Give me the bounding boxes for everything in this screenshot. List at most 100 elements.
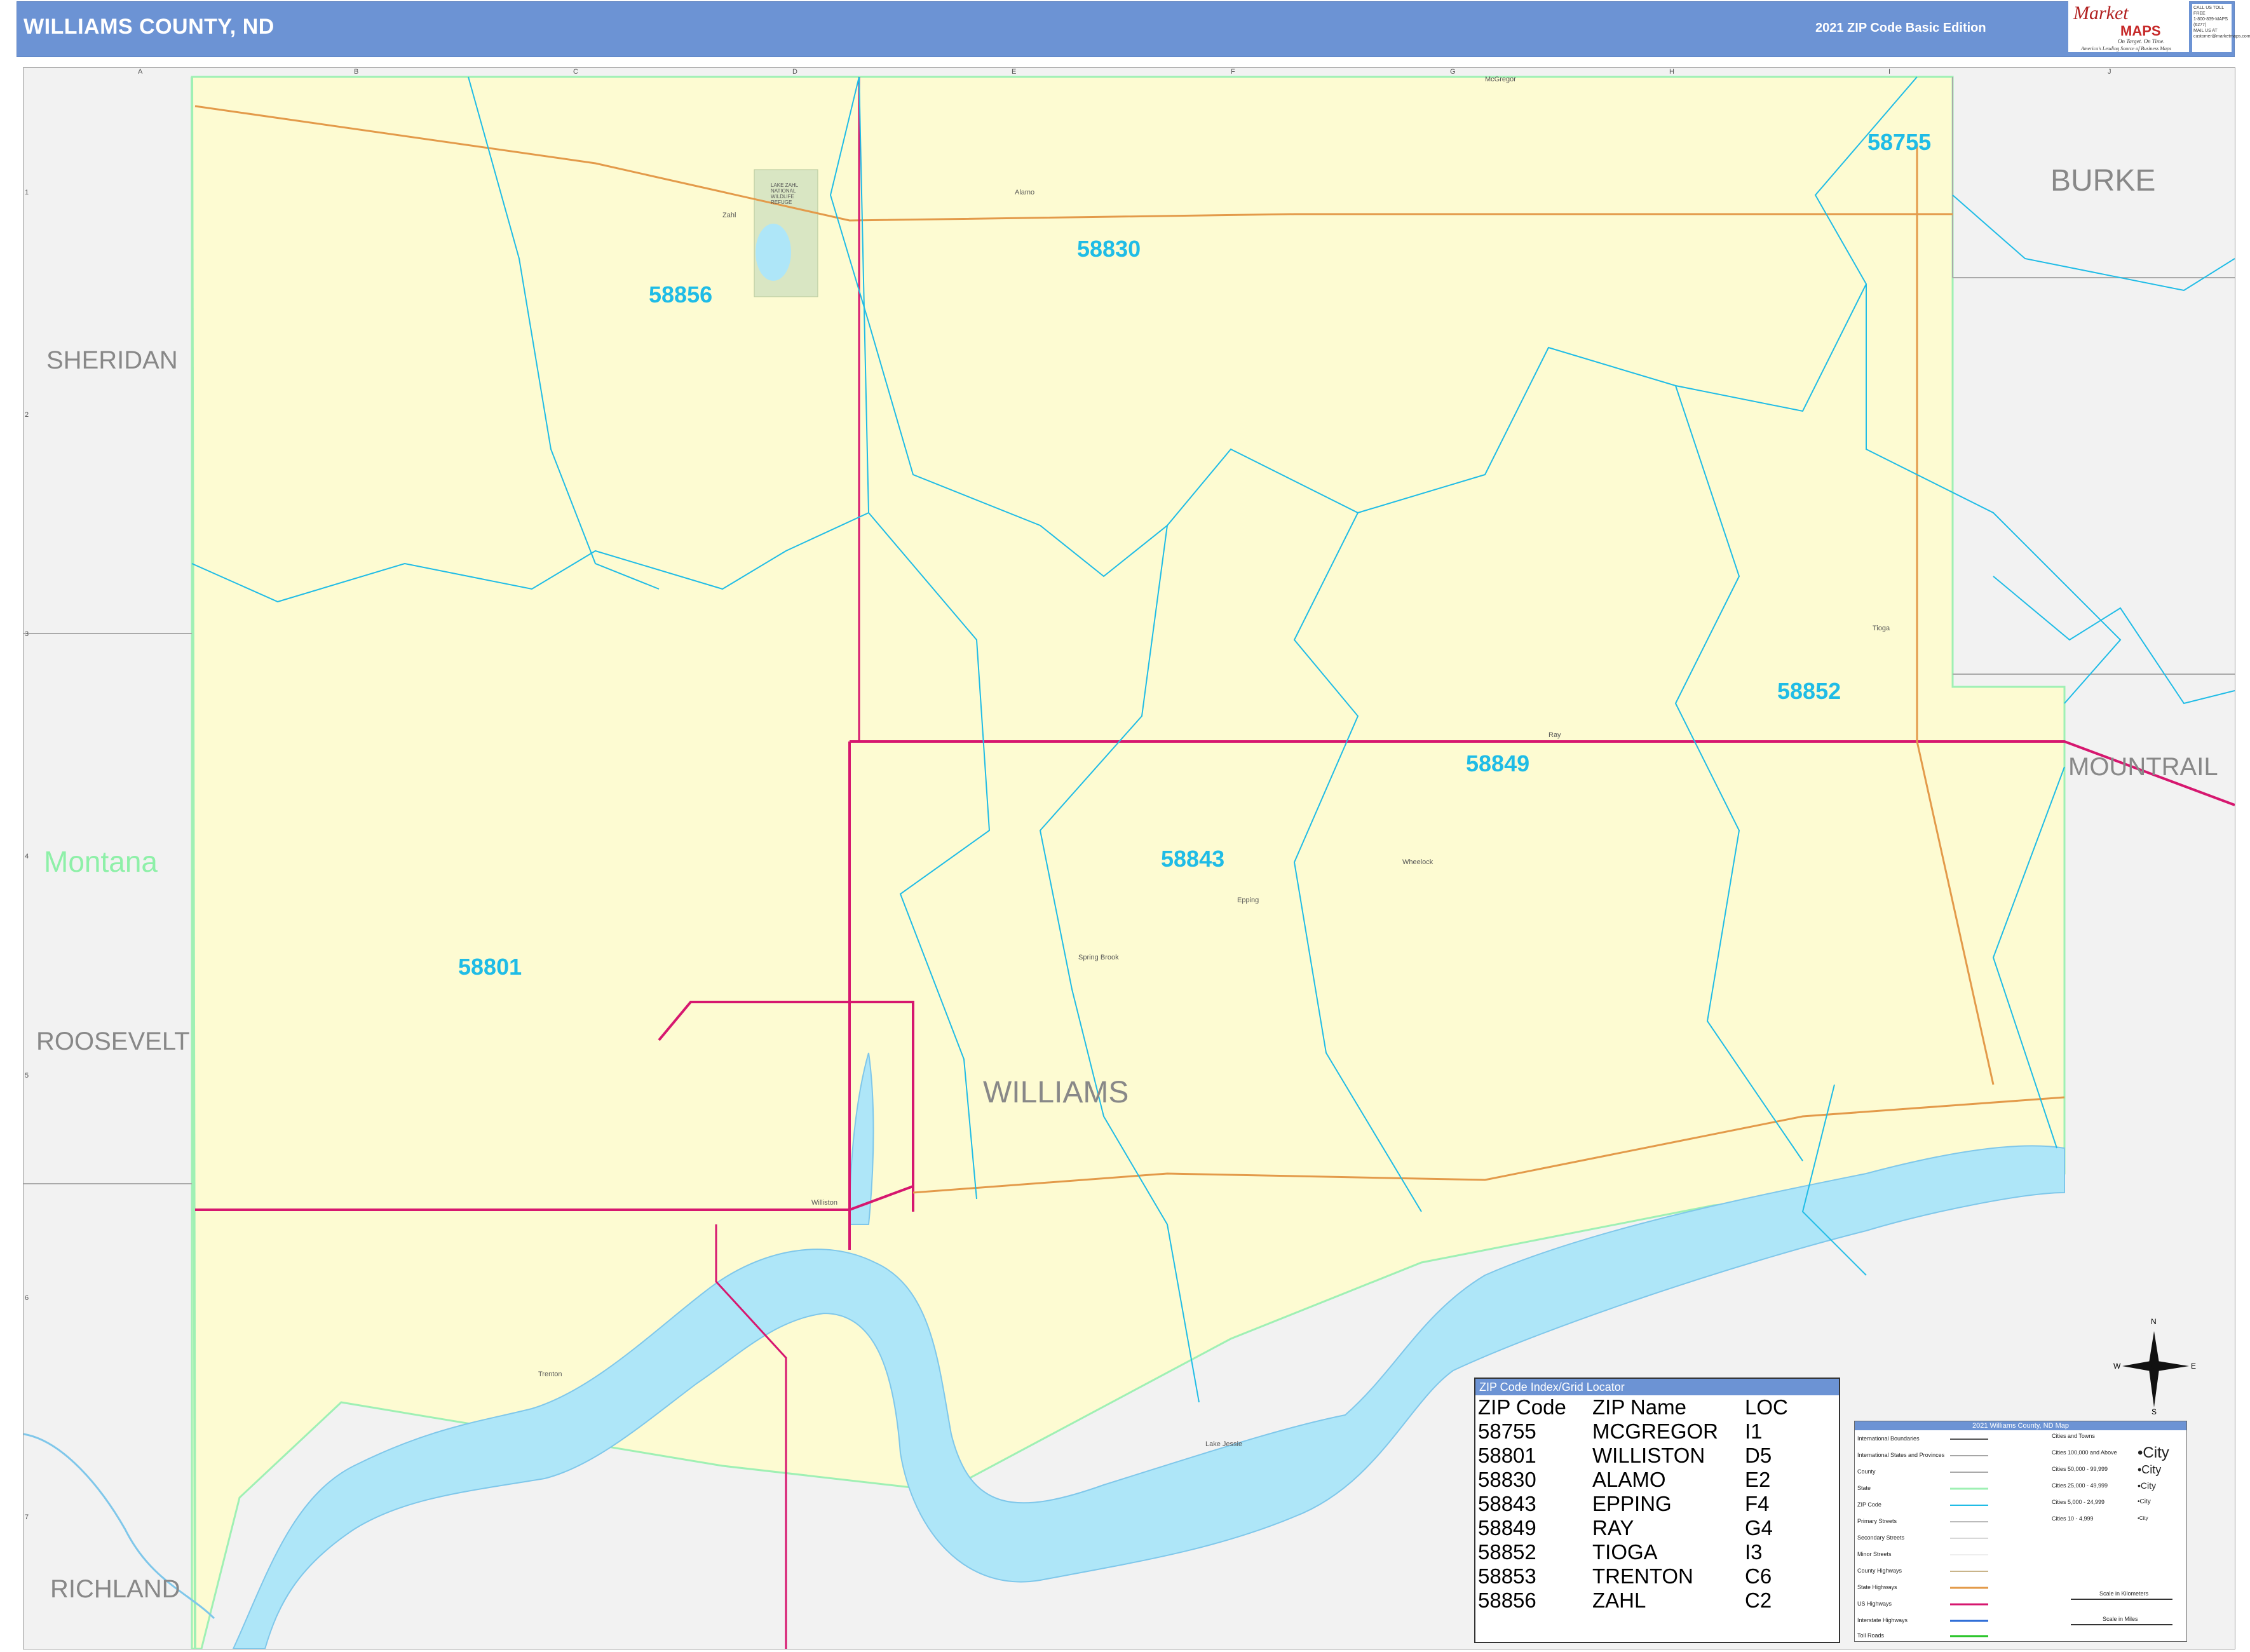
loc-cell: I3 — [1745, 1540, 1763, 1564]
grid-col-label: D — [792, 68, 797, 76]
grid-row-label: 1 — [25, 189, 29, 196]
name-cell: WILLISTON — [1592, 1444, 1705, 1467]
loc-cell: I1 — [1745, 1419, 1763, 1443]
place-label: LAKE ZAHL NATIONAL WILDLIFE REFUGE — [771, 182, 798, 205]
grid-row-label: 2 — [25, 411, 29, 419]
name-cell: ALAMO — [1592, 1468, 1666, 1491]
legend-city-range: Cities 50,000 - 99,999 — [2052, 1466, 2108, 1472]
map-canvas[interactable]: A B C D E F G H I J 1 2 3 4 5 6 7 SHERID… — [23, 67, 2235, 1649]
legend-cities-title: Cities and Towns — [2052, 1433, 2095, 1439]
county-label-williams: WILLIAMS — [983, 1076, 1129, 1109]
legend-city-sample: •City — [2138, 1463, 2162, 1476]
table-header-row: ZIP Code ZIP Name LOC — [1478, 1395, 1788, 1419]
contact-line: customer@marketmaps.com — [2193, 34, 2250, 39]
table-row: 58755 MCGREGOR I1 — [1478, 1419, 1788, 1444]
contact-line: 1-800-839-MAPS (6277) — [2193, 17, 2228, 27]
zip-index-table: ZIP Code Index/Grid Locator ZIP Code ZIP… — [1474, 1378, 1840, 1643]
grid-col-label: A — [138, 68, 143, 76]
grid-col-label: E — [1012, 68, 1017, 76]
compass-e: E — [2191, 1362, 2197, 1371]
zip-cell: 58830 — [1478, 1468, 1536, 1491]
zip-cell: 58755 — [1478, 1419, 1536, 1443]
legend-city-sample: •City — [2138, 1498, 2151, 1505]
table-row: 58856 ZAHL C2 — [1478, 1588, 1788, 1613]
place-label: Wheelock — [1402, 858, 1433, 866]
grid-row-label: 5 — [25, 1072, 29, 1080]
contact-line: MAIL US AT — [2193, 29, 2218, 33]
county-label-richland: RICHLAND — [50, 1575, 180, 1603]
map-drawing — [24, 76, 2235, 1649]
table-row: 58849 RAY G4 — [1478, 1516, 1788, 1540]
place-label: Lake Jessie — [1205, 1440, 1243, 1448]
place-label: McGregor — [1485, 76, 1516, 83]
grid-col-label: G — [1450, 68, 1456, 76]
name-cell: MCGREGOR — [1592, 1419, 1718, 1443]
zip-cell: 58856 — [1478, 1588, 1536, 1612]
grid-col-label: I — [1888, 68, 1891, 76]
place-label: Epping — [1237, 897, 1259, 904]
zip-label: 58801 — [458, 954, 522, 980]
scale-mi-label: Scale in Miles — [2103, 1616, 2138, 1622]
lake-zahl — [756, 224, 791, 281]
zip-label: 58843 — [1161, 846, 1225, 872]
zip-cell: 58849 — [1478, 1516, 1536, 1540]
legend-city-sample: •City — [2138, 1444, 2169, 1461]
column-header: ZIP Code — [1478, 1395, 1566, 1419]
name-cell: TIOGA — [1592, 1540, 1658, 1564]
contact-line: CALL US TOLL FREE — [2193, 6, 2224, 16]
zip-label: 58755 — [1867, 129, 1932, 155]
compass-n: N — [2151, 1317, 2157, 1326]
scale-km-label: Scale in Kilometers — [2099, 1590, 2149, 1597]
compass-w: W — [2113, 1362, 2121, 1371]
place-label: Williston — [811, 1199, 837, 1207]
zip-label: 58849 — [1466, 750, 1530, 776]
table-row: 58852 TIOGA I3 — [1478, 1540, 1788, 1564]
grid-row-label: 3 — [25, 630, 29, 638]
name-cell: ZAHL — [1592, 1588, 1646, 1612]
name-cell: TRENTON — [1592, 1564, 1693, 1588]
zip-boundary — [1952, 194, 2235, 292]
place-label: Ray — [1549, 731, 1561, 739]
grid-col-label: B — [354, 68, 359, 76]
legend-city-range: Cities 5,000 - 24,999 — [2052, 1499, 2105, 1505]
grid-col-label: C — [573, 68, 578, 76]
logo-tagline: On Target. On Time. — [2118, 38, 2165, 44]
zip-boundary — [1993, 576, 2235, 705]
edition-label: 2021 ZIP Code Basic Edition — [1815, 21, 1986, 35]
logo-maps-text: MAPS — [2120, 23, 2161, 39]
map-header: WILLIAMS COUNTY, ND 2021 ZIP Code Basic … — [17, 1, 2235, 57]
grid-row-label: 6 — [25, 1294, 29, 1302]
legend-swatches — [1950, 1439, 2172, 1637]
grid-row-label: 7 — [25, 1513, 29, 1521]
place-label: Trenton — [538, 1371, 562, 1378]
loc-cell: F4 — [1745, 1492, 1770, 1515]
map-title: WILLIAMS COUNTY, ND — [24, 15, 274, 39]
grid-row-label: 4 — [25, 853, 29, 860]
zip-index-title: ZIP Code Index/Grid Locator — [1475, 1379, 1839, 1395]
state-label-montana: Montana — [44, 845, 158, 878]
column-header: LOC — [1745, 1395, 1788, 1419]
place-label: Alamo — [1015, 189, 1035, 196]
zip-label: 58856 — [649, 281, 713, 308]
zip-index-grid: ZIP Code ZIP Name LOC 58755 MCGREGOR I1 58… — [1478, 1395, 1788, 1613]
place-label: Tioga — [1873, 625, 1890, 632]
column-header: ZIP Name — [1592, 1395, 1686, 1419]
county-label-burke: BURKE — [2050, 164, 2156, 198]
name-cell: EPPING — [1592, 1492, 1672, 1515]
legend-city-sample: •City — [2138, 1480, 2157, 1491]
loc-cell: D5 — [1745, 1444, 1772, 1467]
place-label: Zahl — [722, 212, 736, 219]
loc-cell: C6 — [1745, 1564, 1772, 1588]
zip-cell: 58853 — [1478, 1564, 1536, 1588]
logo-market-text: Market — [2073, 3, 2129, 24]
loc-cell: C2 — [1745, 1588, 1772, 1612]
legend-city-range: Cities 10 - 4,999 — [2052, 1515, 2094, 1522]
table-row: 58853 TRENTON C6 — [1478, 1564, 1788, 1588]
zip-cell: 58852 — [1478, 1540, 1536, 1564]
table-row: 58830 ALAMO E2 — [1478, 1468, 1788, 1492]
place-label: Spring Brook — [1078, 954, 1119, 961]
county-label-sheridan: SHERIDAN — [46, 346, 178, 374]
legend-city-range: Cities 100,000 and Above — [2052, 1449, 2117, 1456]
legend-city-range: Cities 25,000 - 49,999 — [2052, 1482, 2108, 1489]
table-row: 58843 EPPING F4 — [1478, 1492, 1788, 1516]
